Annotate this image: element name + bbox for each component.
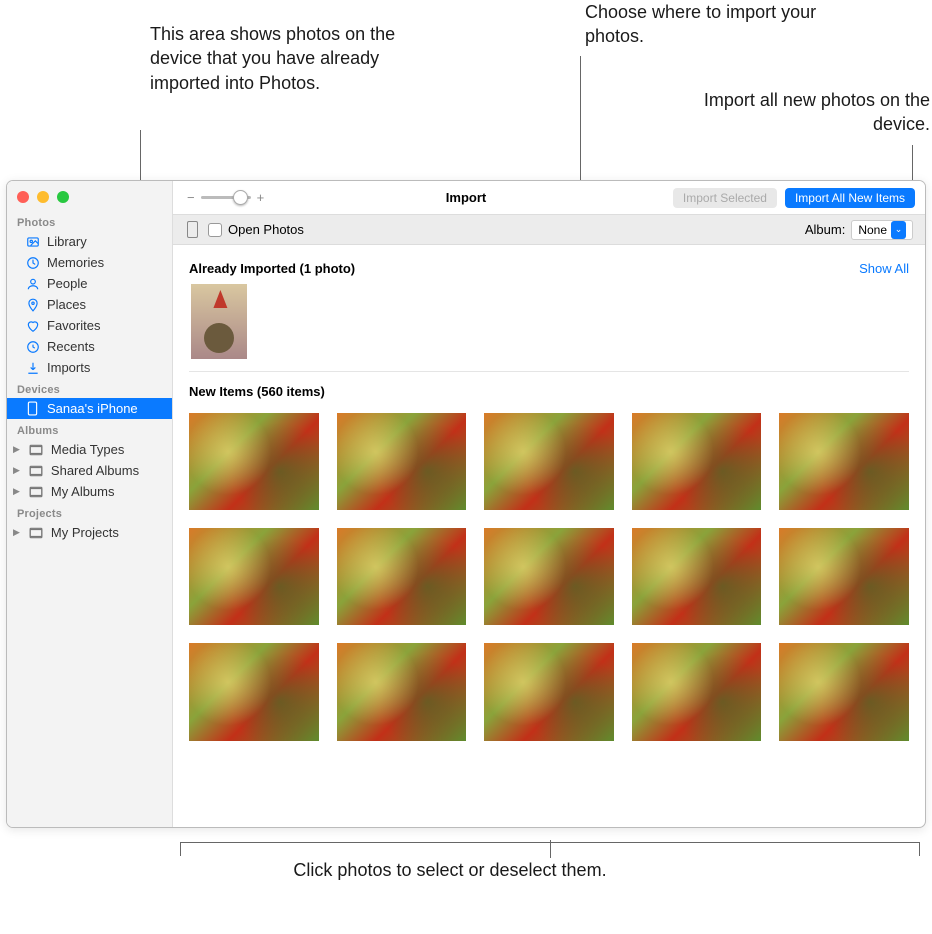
- album-select-value: None: [858, 223, 887, 237]
- zoom-slider[interactable]: [201, 196, 251, 199]
- sidebar-item-media-types[interactable]: ▶ Media Types: [7, 439, 172, 460]
- photo-thumbnail[interactable]: [484, 643, 614, 740]
- already-imported-thumbnail[interactable]: [191, 284, 247, 359]
- leader-line: [140, 130, 141, 180]
- folder-icon: [29, 463, 44, 478]
- disclosure-icon[interactable]: ▶: [13, 465, 20, 476]
- app-window: Photos Library Memories People Places: [6, 180, 926, 828]
- zoom-slider-knob[interactable]: [233, 190, 248, 205]
- sidebar-item-library[interactable]: Library: [7, 231, 172, 252]
- sidebar-item-label: People: [47, 276, 87, 291]
- folder-icon: [29, 442, 44, 457]
- open-photos-label: Open Photos: [228, 222, 304, 237]
- sidebar-item-label: Favorites: [47, 318, 100, 333]
- sidebar-item-places[interactable]: Places: [7, 294, 172, 315]
- sidebar-item-imports[interactable]: Imports: [7, 357, 172, 378]
- zoom-control[interactable]: − +: [187, 190, 264, 205]
- sidebar-item-label: My Albums: [51, 484, 115, 499]
- photo-thumbnail[interactable]: [337, 643, 467, 740]
- already-imported-header: Already Imported (1 photo): [189, 261, 355, 276]
- sidebar-item-label: My Projects: [51, 525, 119, 540]
- album-select[interactable]: None ⌄: [851, 220, 913, 240]
- callout-already-imported: This area shows photos on the device tha…: [150, 22, 410, 95]
- photo-thumbnail[interactable]: [484, 528, 614, 625]
- zoom-out-icon[interactable]: −: [187, 190, 195, 205]
- chevron-down-icon: ⌄: [891, 221, 906, 239]
- album-label: Album:: [805, 222, 845, 237]
- new-items-header: New Items (560 items): [189, 384, 325, 399]
- clock-icon: [25, 339, 40, 354]
- sidebar-section-photos: Photos: [7, 211, 172, 231]
- callout-select-photos: Click photos to select or deselect them.: [250, 858, 650, 882]
- library-icon: [25, 234, 40, 249]
- photo-thumbnail[interactable]: [189, 643, 319, 740]
- download-icon: [25, 360, 40, 375]
- sidebar: Photos Library Memories People Places: [7, 181, 173, 827]
- disclosure-icon[interactable]: ▶: [13, 486, 20, 497]
- sidebar-item-label: Imports: [47, 360, 90, 375]
- new-items-grid: [189, 413, 909, 741]
- sidebar-item-favorites[interactable]: Favorites: [7, 315, 172, 336]
- device-icon: [187, 221, 198, 238]
- window-controls[interactable]: [17, 191, 69, 203]
- sidebar-section-albums: Albums: [7, 419, 172, 439]
- sidebar-item-label: Media Types: [51, 442, 124, 457]
- page-title: Import: [446, 190, 486, 205]
- sidebar-item-label: Memories: [47, 255, 104, 270]
- phone-icon: [25, 401, 40, 416]
- sidebar-item-my-albums[interactable]: ▶ My Albums: [7, 481, 172, 502]
- disclosure-icon[interactable]: ▶: [13, 527, 20, 538]
- callout-choose-album: Choose where to import your photos.: [585, 0, 835, 49]
- photo-thumbnail[interactable]: [484, 413, 614, 510]
- memories-icon: [25, 255, 40, 270]
- leader-line: [912, 145, 913, 185]
- sidebar-item-people[interactable]: People: [7, 273, 172, 294]
- leader-line: [550, 840, 551, 858]
- import-main: Already Imported (1 photo) Show All New …: [173, 245, 925, 827]
- photo-thumbnail[interactable]: [779, 643, 909, 740]
- sidebar-item-label: Shared Albums: [51, 463, 139, 478]
- callout-import-all: Import all new photos on the device.: [670, 88, 930, 137]
- people-icon: [25, 276, 40, 291]
- photo-thumbnail[interactable]: [632, 643, 762, 740]
- photo-thumbnail[interactable]: [632, 413, 762, 510]
- folder-icon: [29, 525, 44, 540]
- sidebar-item-recents[interactable]: Recents: [7, 336, 172, 357]
- zoom-icon[interactable]: [57, 191, 69, 203]
- import-all-button[interactable]: Import All New Items: [785, 188, 915, 208]
- photo-thumbnail[interactable]: [189, 528, 319, 625]
- photo-thumbnail[interactable]: [337, 528, 467, 625]
- close-icon[interactable]: [17, 191, 29, 203]
- heart-icon: [25, 318, 40, 333]
- sidebar-item-label: Library: [47, 234, 87, 249]
- sidebar-item-shared-albums[interactable]: ▶ Shared Albums: [7, 460, 172, 481]
- show-all-link[interactable]: Show All: [859, 261, 909, 276]
- sidebar-item-my-projects[interactable]: ▶ My Projects: [7, 522, 172, 543]
- photo-thumbnail[interactable]: [632, 528, 762, 625]
- photo-thumbnail[interactable]: [779, 528, 909, 625]
- disclosure-icon[interactable]: ▶: [13, 444, 20, 455]
- places-icon: [25, 297, 40, 312]
- divider: [189, 371, 909, 372]
- sidebar-item-label: Places: [47, 297, 86, 312]
- sidebar-section-projects: Projects: [7, 502, 172, 522]
- sidebar-item-label: Recents: [47, 339, 95, 354]
- photo-thumbnail[interactable]: [337, 413, 467, 510]
- sidebar-item-label: Sanaa's iPhone: [47, 401, 138, 416]
- sidebar-item-memories[interactable]: Memories: [7, 252, 172, 273]
- sidebar-section-devices: Devices: [7, 378, 172, 398]
- photo-thumbnail[interactable]: [189, 413, 319, 510]
- sidebar-item-device-phone[interactable]: Sanaa's iPhone: [7, 398, 172, 419]
- zoom-in-icon[interactable]: +: [257, 190, 265, 205]
- minimize-icon[interactable]: [37, 191, 49, 203]
- folder-icon: [29, 484, 44, 499]
- open-photos-checkbox[interactable]: [208, 223, 222, 237]
- photo-thumbnail[interactable]: [779, 413, 909, 510]
- import-selected-button[interactable]: Import Selected: [673, 188, 777, 208]
